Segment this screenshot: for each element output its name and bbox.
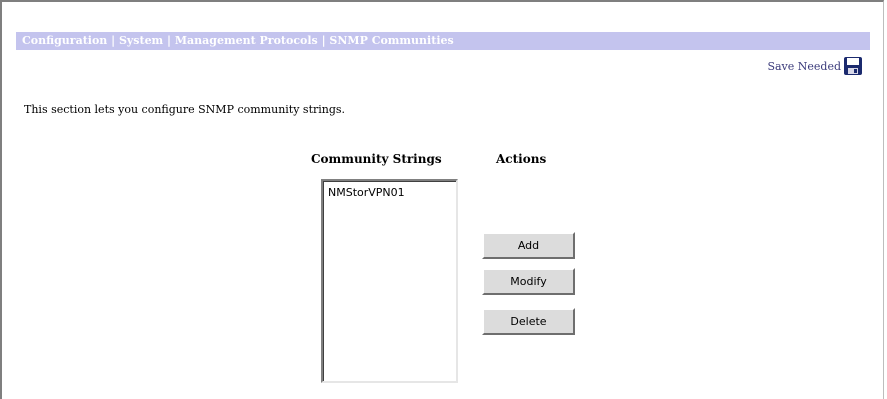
modify-button[interactable]: Modify [482, 268, 575, 295]
listbox-well: NMStorVPN01 [323, 181, 456, 381]
community-strings-header: Community Strings [311, 152, 442, 166]
save-needed-label: Save Needed [767, 59, 841, 73]
content-frame: Configuration | System | Management Prot… [0, 0, 884, 399]
add-button[interactable]: Add [482, 232, 575, 259]
actions-header: Actions [496, 152, 547, 166]
section-description: This section lets you configure SNMP com… [24, 103, 346, 116]
save-needed-link[interactable]: Save Needed [767, 55, 863, 77]
delete-button[interactable]: Delete [482, 308, 575, 335]
community-string-option[interactable]: NMStorVPN01 [324, 182, 456, 199]
community-strings-listbox[interactable]: NMStorVPN01 [321, 179, 458, 383]
floppy-disk-icon[interactable] [843, 56, 863, 76]
breadcrumb: Configuration | System | Management Prot… [16, 32, 870, 50]
